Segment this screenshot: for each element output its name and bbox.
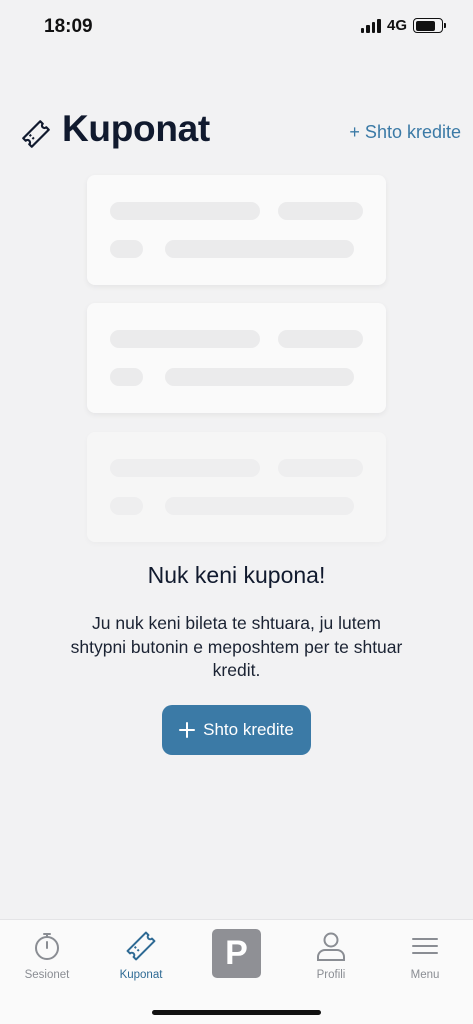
tab-label: Menu <box>410 969 440 981</box>
plus-icon <box>179 722 196 738</box>
signal-icon <box>360 18 381 33</box>
page-header: Kuponat + Shto kredite <box>20 108 461 152</box>
home-indicator <box>152 1010 321 1015</box>
battery-icon <box>413 18 446 33</box>
tab-label: Sesionet <box>24 969 70 981</box>
empty-state-description: Ju nuk keni bileta te shtuara, ju lutem … <box>70 613 403 680</box>
tab-menu[interactable]: Menu <box>378 930 472 981</box>
add-credit-link[interactable]: + Shto kredite <box>349 122 461 143</box>
tab-label: Profili <box>316 969 346 981</box>
stopwatch-icon <box>35 933 59 960</box>
status-time: 18:09 <box>44 16 93 37</box>
person-icon <box>317 932 345 961</box>
ticket-icon <box>22 120 50 148</box>
status-indicators: 4G <box>360 17 446 34</box>
status-bar: 18:09 4G <box>0 0 473 52</box>
page-title: Kuponat <box>62 108 210 149</box>
placeholder-card <box>87 303 386 413</box>
add-credit-button[interactable]: Shto kredite <box>162 705 311 755</box>
tab-kuponat[interactable]: Kuponat <box>94 930 188 981</box>
menu-icon <box>412 938 438 954</box>
parking-icon[interactable]: P <box>212 929 261 978</box>
tab-label: Kuponat <box>119 969 163 981</box>
bottom-tab-bar: Sesionet Kuponat P Profili Menu <box>0 919 473 1024</box>
network-type: 4G <box>386 17 407 34</box>
placeholder-card <box>87 432 386 542</box>
add-credit-button-label: Shto kredite <box>203 720 294 739</box>
placeholder-card <box>87 175 386 285</box>
ticket-icon <box>126 931 156 961</box>
empty-state-title: Nuk keni kupona! <box>147 562 326 588</box>
tab-profili[interactable]: Profili <box>284 930 378 981</box>
tab-sesionet[interactable]: Sesionet <box>0 930 94 981</box>
